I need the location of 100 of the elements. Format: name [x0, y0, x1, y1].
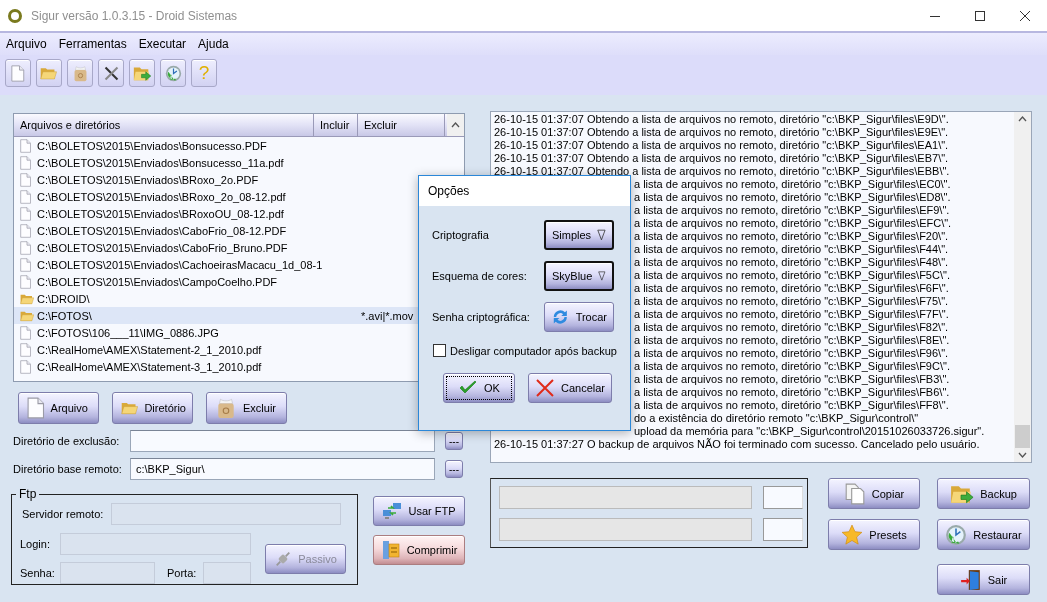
- scroll-up-icon[interactable]: [1018, 116, 1027, 122]
- file-action-button[interactable]: Arquivo: [18, 392, 99, 424]
- list-row[interactable]: C:\BOLETOS\2015\Enviados\CaboFrio_08-12.PDF: [14, 222, 418, 239]
- menu-item[interactable]: Arquivo: [0, 37, 53, 51]
- log-line: a lista de arquivos no remoto, diretório "c:\BKP_Sigur\files\FB3\".: [634, 373, 950, 385]
- dropdown-button[interactable]: Simples: [544, 220, 614, 250]
- log-line: a lista de arquivos no remoto, diretório "c:\BKP_Sigur\files\F75\".: [634, 295, 949, 307]
- menu-item[interactable]: Executar: [132, 37, 193, 51]
- file-path: C:\BOLETOS\2015\Enviados\BRoxo_2o.PDF: [37, 173, 260, 186]
- file-path: C:\BOLETOS\2015\Enviados\CaboFrio_Bruno.PDF: [37, 241, 289, 254]
- list-row[interactable]: C:\BOLETOS\2015\Enviados\Bonsucesso_11a.pdf: [14, 154, 418, 171]
- toggle-button[interactable]: Usar FTP: [373, 496, 465, 526]
- plug-icon: [274, 549, 293, 568]
- list-row[interactable]: C:\BOLETOS\2015\Enviados\CaboFrio_Bruno.PDF: [14, 239, 418, 256]
- field-label: Criptografia: [432, 229, 489, 241]
- field-label: Esquema de cores:: [432, 270, 527, 282]
- window-title: Sigur versão 1.0.3.15 - Droid Sistemas: [31, 8, 239, 23]
- dialog-button[interactable]: Cancelar: [528, 373, 612, 403]
- file-action-button[interactable]: Diretório: [112, 392, 193, 424]
- log-line: 26-10-15 01:37:27 O backup de arquivos NÃO foi terminado com sucesso. Cancelado pelo usuário.: [494, 438, 980, 450]
- network-icon: [382, 501, 403, 521]
- document-icon: [20, 325, 32, 340]
- exclude-pattern: *.avi|*.mov: [361, 309, 414, 322]
- action-button[interactable]: Copiar: [828, 478, 920, 509]
- field-label: Diretório base remoto:: [13, 463, 123, 475]
- document-icon: [20, 138, 32, 153]
- column-header[interactable]: Excluir: [358, 114, 445, 136]
- log-line: a lista de arquivos no remoto, diretório "c:\BKP_Sigur\files\F8E\".: [634, 334, 950, 346]
- list-row[interactable]: C:\BOLETOS\2015\Enviados\BRoxo_2o_08-12.pdf: [14, 188, 418, 205]
- menu-item[interactable]: Ferramentas: [52, 37, 133, 51]
- list-row[interactable]: C:\BOLETOS\2015\Enviados\CampoCoelho.PDF: [14, 273, 418, 290]
- input-field[interactable]: c:\BKP_Sigur\: [130, 458, 435, 480]
- log-line: upload da memória para "c:\BKP_Sigur\control\20151026033726.sigur".: [634, 425, 985, 437]
- list-row[interactable]: C:\FOTOS\106___11\IMG_0886.JPG: [14, 324, 418, 341]
- file-path: C:\DROID\: [37, 292, 91, 305]
- document-icon: [20, 342, 32, 357]
- file-action-button[interactable]: Excluir: [206, 392, 287, 424]
- document-icon: [20, 223, 32, 238]
- input-field[interactable]: [130, 430, 435, 452]
- scroll-up-icon[interactable]: [451, 122, 460, 128]
- list-row[interactable]: C:\BOLETOS\2015\Enviados\CachoeirasMacacu_1d_08-1: [14, 256, 418, 273]
- group-title: Ftp: [18, 487, 38, 501]
- checkbox[interactable]: [433, 344, 446, 357]
- log-line: 26-10-15 01:37:07 Obtendo a lista de arquivos no remoto, diretório "c:\BKP_Sigur\files\EA1\".: [494, 139, 949, 151]
- column-header[interactable]: Incluir: [314, 114, 358, 136]
- file-path: C:\BOLETOS\2015\Enviados\Bonsucesso.PDF: [37, 139, 268, 152]
- caret-icon: [597, 228, 606, 242]
- list-row[interactable]: C:\BOLETOS\2015\Enviados\BRoxoOU_08-12.pdf: [14, 205, 418, 222]
- field-label: Login:: [20, 538, 51, 550]
- log-line: a lista de arquivos no remoto, diretório "c:\BKP_Sigur\files\FB6\".: [634, 386, 950, 398]
- action-button[interactable]: Presets: [828, 519, 920, 550]
- document-icon: [27, 397, 45, 419]
- browse-button[interactable]: ---: [445, 432, 463, 450]
- change-button[interactable]: Trocar: [544, 302, 614, 332]
- scroll-thumb[interactable]: [1015, 425, 1030, 448]
- field-label: Diretório de exclusão:: [13, 435, 121, 447]
- folder-icon: [40, 65, 58, 81]
- log-line: a lista de arquivos no remoto, diretório "c:\BKP_Sigur\files\EFC\".: [634, 217, 952, 229]
- document-icon: [20, 189, 32, 204]
- dropdown-button[interactable]: SkyBlue: [544, 261, 614, 291]
- list-row[interactable]: C:\RealHome\AMEX\Statement-3_1_2010.pdf: [14, 358, 418, 375]
- column-header[interactable]: Arquivos e diretórios: [14, 114, 314, 136]
- action-button[interactable]: Sair: [937, 564, 1030, 595]
- list-row[interactable]: C:\DROID\: [14, 290, 418, 307]
- browse-button[interactable]: ---: [445, 460, 463, 478]
- close-icon[interactable]: [1018, 8, 1032, 23]
- document-icon: [20, 274, 32, 289]
- file-path: C:\FOTOS\: [37, 309, 93, 322]
- menu-item[interactable]: Ajuda: [192, 37, 235, 51]
- refresh-clock-icon: [945, 523, 968, 546]
- counter-field: [763, 518, 803, 541]
- list-row[interactable]: C:\BOLETOS\2015\Enviados\Bonsucesso.PDF: [14, 137, 418, 154]
- field-label: Senha:: [20, 567, 56, 579]
- list-row[interactable]: C:\RealHome\AMEX\Statement-2_1_2010.pdf: [14, 341, 418, 358]
- action-button[interactable]: Backup: [937, 478, 1030, 509]
- caret-icon: [598, 269, 606, 283]
- action-button[interactable]: Restaurar: [937, 519, 1030, 550]
- toggle-button[interactable]: Comprimir: [373, 535, 465, 565]
- document-icon: [20, 172, 32, 187]
- log-line: a lista de arquivos no remoto, diretório "c:\BKP_Sigur\files\F6F\".: [634, 282, 949, 294]
- tools-icon: [102, 64, 120, 82]
- maximize-icon[interactable]: [973, 8, 987, 23]
- counter-field: [763, 486, 803, 509]
- dialog-title: Opções: [428, 184, 470, 198]
- list-row[interactable]: C:\BOLETOS\2015\Enviados\BRoxo_2o.PDF: [14, 171, 418, 188]
- scrollbar[interactable]: [1014, 112, 1031, 462]
- document-icon: [20, 257, 32, 272]
- log-line: a lista de arquivos no remoto, diretório "c:\BKP_Sigur\files\F96\".: [634, 347, 949, 359]
- checkbox-label[interactable]: Desligar computador após backup: [450, 344, 617, 357]
- star-icon: [841, 523, 864, 546]
- field-label: Senha criptográfica:: [432, 311, 530, 323]
- toolbar-button[interactable]: [98, 59, 124, 87]
- scroll-down-icon[interactable]: [1018, 452, 1027, 458]
- field-label: Servidor remoto:: [22, 508, 104, 520]
- log-line: a lista de arquivos no remoto, diretório "c:\BKP_Sigur\files\F44\".: [634, 243, 949, 255]
- list-row[interactable]: C:\FOTOS\ *.avi|*.mov: [14, 307, 418, 324]
- refresh-clock-icon: [164, 64, 182, 82]
- log-line: a lista de arquivos no remoto, diretório "c:\BKP_Sigur\files\EC0\".: [634, 178, 951, 190]
- log-line: a lista de arquivos no remoto, diretório "c:\BKP_Sigur\files\F20\".: [634, 230, 949, 242]
- dialog-button[interactable]: OK: [443, 373, 515, 403]
